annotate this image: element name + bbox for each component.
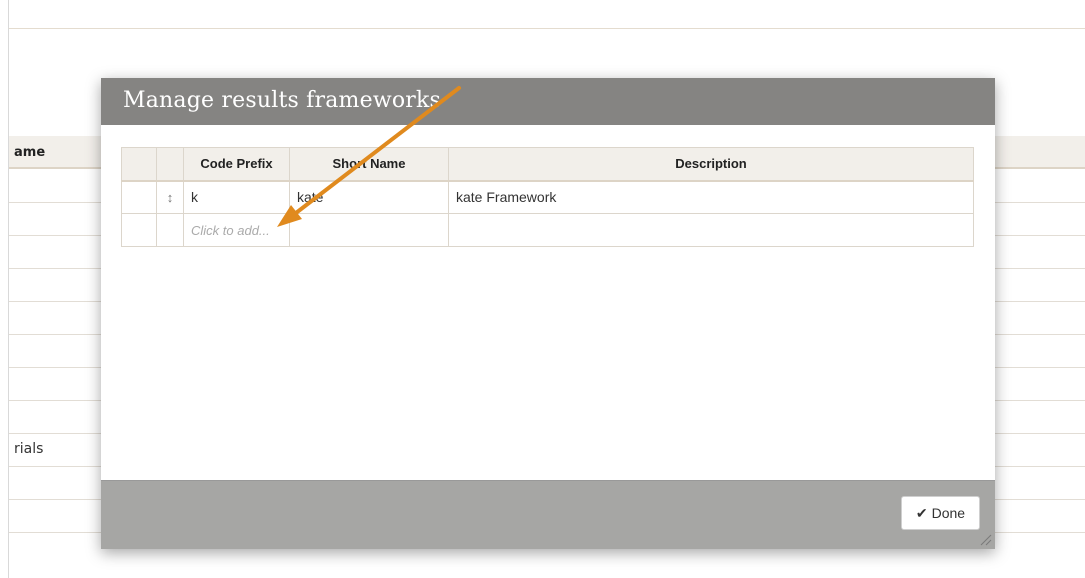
description-cell[interactable]: kate Framework [448, 180, 974, 214]
add-row-drag-cell [156, 213, 184, 247]
dialog-footer [101, 480, 995, 549]
manage-frameworks-dialog: Manage results frameworks Code Prefix Sh… [101, 78, 995, 549]
header-short-name[interactable]: Short Name [289, 147, 449, 182]
background-row-label: rials [14, 441, 44, 457]
click-to-add-cell[interactable]: Click to add... [183, 213, 290, 247]
add-row-description-cell[interactable] [448, 213, 974, 247]
check-icon: ✔ [915, 504, 928, 521]
header-description[interactable]: Description [448, 147, 974, 182]
header-select-column [121, 147, 157, 182]
dialog-title: Manage results frameworks [123, 88, 442, 113]
add-row-short-name-cell[interactable] [289, 213, 449, 247]
header-code-prefix[interactable]: Code Prefix [183, 147, 290, 182]
background-header-label: ame [14, 145, 46, 160]
add-row-select-cell [121, 213, 157, 247]
done-button[interactable]: ✔ Done [901, 496, 980, 530]
dialog-header[interactable]: Manage results frameworks [101, 78, 995, 125]
drag-handle[interactable]: ↕ [156, 180, 184, 214]
table-header-row: Code Prefix Short Name Description [121, 147, 974, 182]
resize-grip-icon[interactable] [978, 532, 992, 546]
add-row[interactable]: Click to add... [121, 213, 974, 247]
row-select-cell[interactable] [121, 180, 157, 214]
done-label: Done [931, 505, 966, 521]
header-drag-column [156, 147, 184, 182]
short-name-cell[interactable]: kate [289, 180, 449, 214]
page-left-border [8, 0, 9, 578]
frameworks-table: Code Prefix Short Name Description ↕ k k… [121, 147, 974, 247]
code-prefix-cell[interactable]: k [183, 180, 290, 214]
table-row[interactable]: ↕ k kate kate Framework [121, 180, 974, 214]
up-down-arrow-icon[interactable]: ↕ [167, 190, 174, 205]
page-top-divider [9, 28, 1085, 29]
